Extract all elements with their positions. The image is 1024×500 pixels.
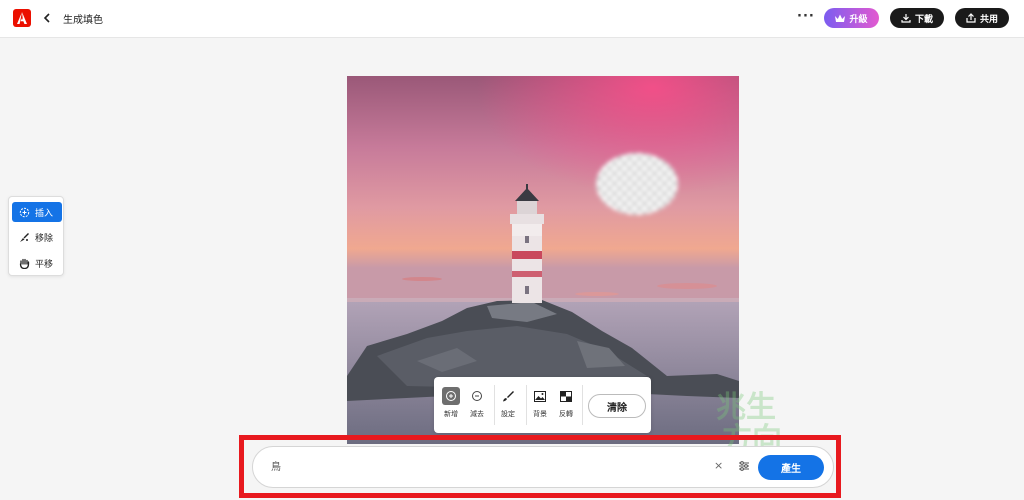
more-options-icon[interactable]: ··· — [797, 9, 815, 24]
page-title: 生成填色 — [63, 15, 103, 26]
share-label: 共用 — [979, 14, 998, 25]
download-button[interactable]: 下載 — [890, 8, 944, 28]
background-tool[interactable]: 背景 — [526, 387, 554, 419]
insert-brush-icon — [19, 207, 30, 217]
share-button[interactable]: 共用 — [955, 8, 1009, 28]
share-icon — [966, 13, 976, 23]
mask-add-label: 新增 — [444, 410, 458, 418]
remove-brush-icon — [20, 232, 29, 242]
hand-pan-icon — [19, 258, 30, 269]
download-label: 下載 — [914, 14, 933, 25]
download-icon — [901, 14, 911, 23]
mask-subtract-tool[interactable]: 減去 — [463, 387, 491, 419]
tool-remove[interactable]: 移除 — [12, 227, 62, 247]
tool-panel: 插入 移除 平移 — [8, 196, 64, 276]
add-circle-icon — [446, 391, 456, 401]
upgrade-label: 升級 — [849, 14, 868, 25]
mask-subtract-label: 減去 — [470, 410, 484, 418]
background-label: 背景 — [533, 410, 547, 418]
mask-toolbar: 新增 減去 設定 背景 反轉 清除 — [434, 377, 651, 433]
back-chevron-icon[interactable] — [41, 10, 53, 26]
top-bar: 生成填色 ··· 升級 下載 共用 — [0, 0, 1024, 38]
adobe-logo-icon[interactable] — [13, 9, 31, 27]
clear-mask-button[interactable]: 清除 — [588, 394, 646, 418]
brush-icon — [503, 391, 514, 402]
brush-settings-tool[interactable]: 設定 — [494, 387, 522, 419]
mask-separator — [582, 385, 583, 425]
generate-button[interactable]: 產生 — [758, 455, 824, 480]
tool-insert[interactable]: 插入 — [12, 202, 62, 222]
tool-insert-label: 插入 — [35, 208, 54, 219]
invert-tool[interactable]: 反轉 — [552, 387, 580, 419]
prompt-settings-icon[interactable] — [737, 459, 751, 473]
prompt-bar: × 產生 — [252, 446, 834, 488]
prompt-input[interactable] — [271, 460, 691, 471]
clear-prompt-icon[interactable]: × — [714, 459, 723, 472]
brush-settings-label: 設定 — [501, 410, 515, 418]
tool-pan[interactable]: 平移 — [12, 253, 62, 273]
mask-add-tool[interactable]: 新增 — [437, 387, 465, 419]
tool-remove-label: 移除 — [35, 233, 54, 244]
invert-label: 反轉 — [559, 410, 573, 418]
upgrade-button[interactable]: 升級 — [824, 8, 879, 28]
subtract-circle-icon — [472, 391, 482, 401]
watermark-line-1: 兆生 — [716, 390, 776, 425]
image-icon — [534, 390, 546, 402]
tool-pan-label: 平移 — [35, 259, 54, 270]
crown-icon — [835, 14, 846, 22]
invert-icon — [560, 390, 572, 402]
